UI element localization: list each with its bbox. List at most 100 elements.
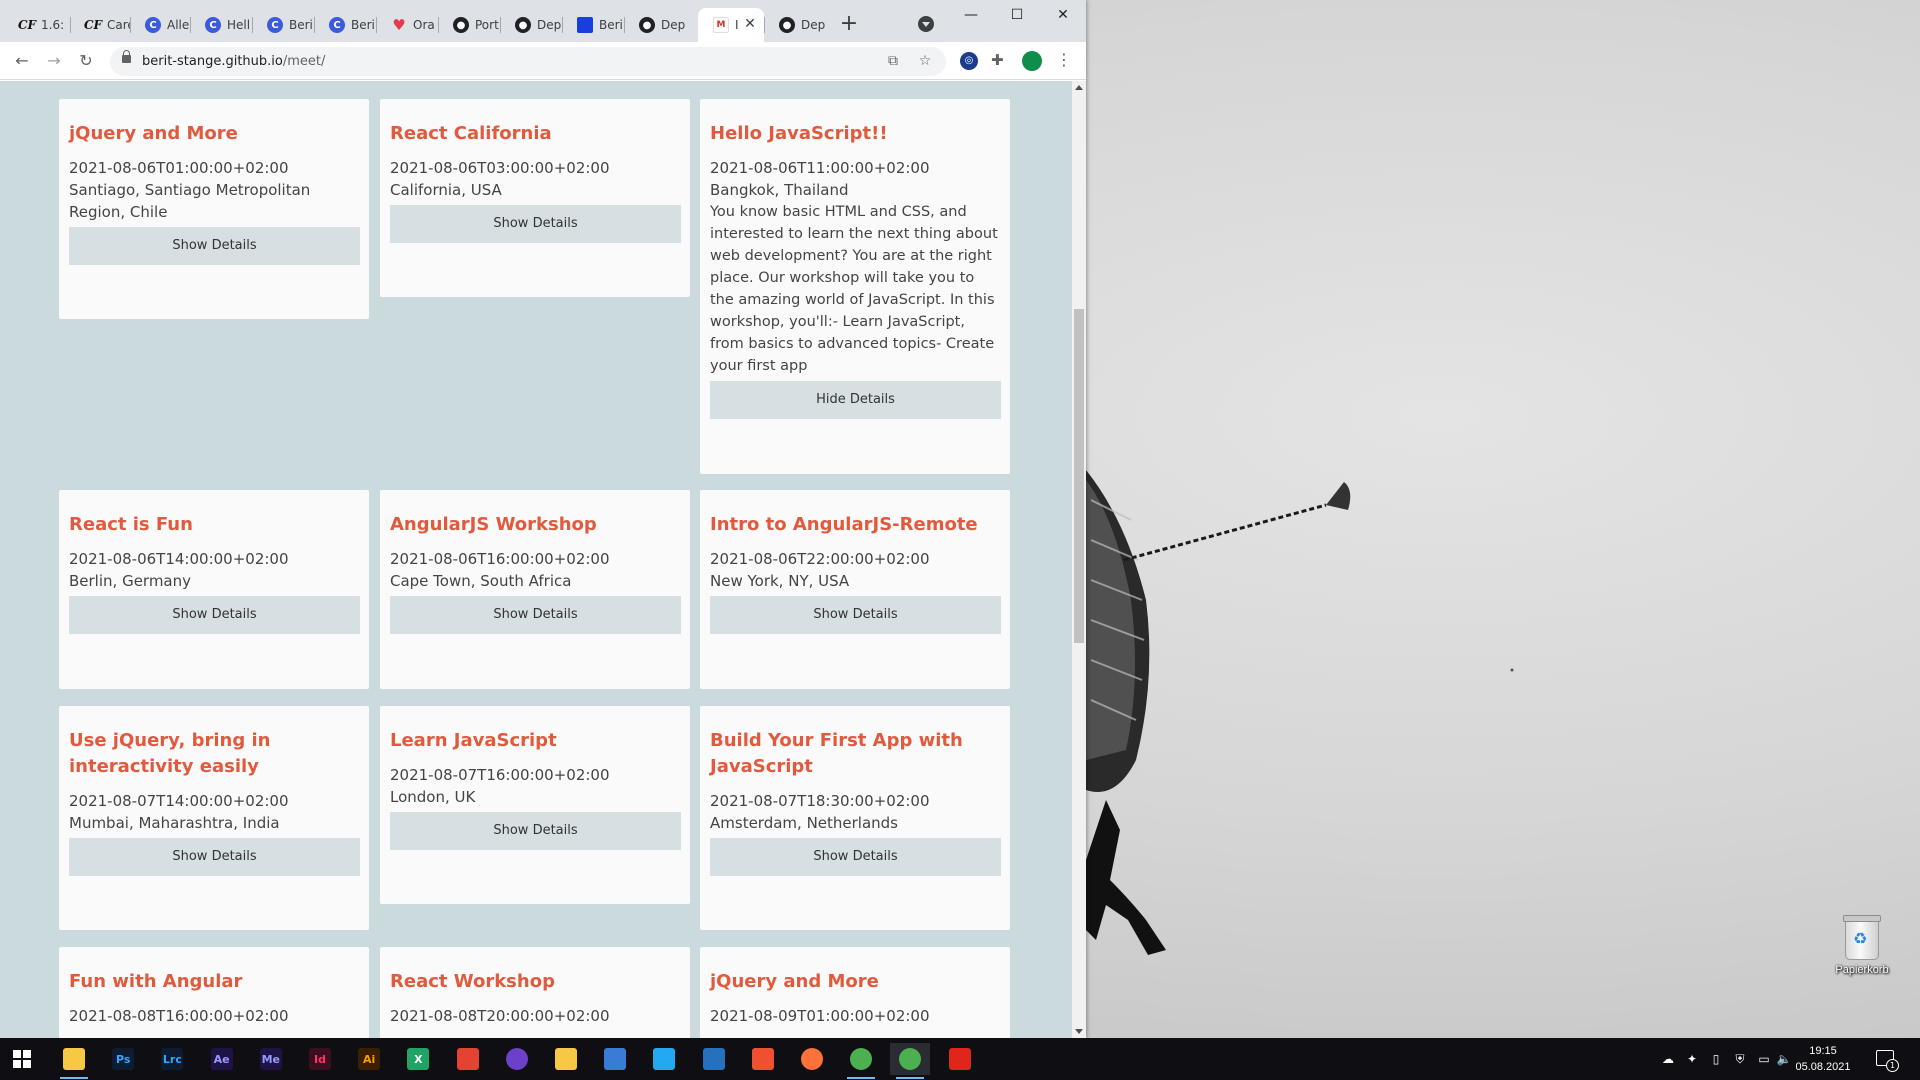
square-icon <box>577 17 593 33</box>
tab-10[interactable]: Beri <box>562 9 624 41</box>
profile-avatar[interactable] <box>1022 51 1042 71</box>
indesign-icon: Id <box>309 1048 331 1070</box>
bookmark-star-icon[interactable]: ☆ <box>916 52 934 70</box>
tab-title: Dep <box>661 18 686 32</box>
taskbar-app[interactable]: Ae <box>202 1043 242 1075</box>
tab-4[interactable]: C Hell <box>190 9 252 41</box>
address-bar[interactable]: berit-stange.github.io/meet/ ⧉ ☆ <box>110 47 946 76</box>
firefox-icon <box>801 1048 823 1070</box>
cf-icon: CF <box>17 18 37 32</box>
tab-5[interactable]: C Beri <box>252 9 314 41</box>
tab-2[interactable]: CF Care <box>70 9 130 41</box>
lightroom-classic-icon: Lrc <box>161 1048 184 1070</box>
forward-icon[interactable]: → <box>42 49 66 73</box>
close-window-button[interactable]: ✕ <box>1040 2 1086 28</box>
open-external-icon[interactable]: ⧉ <box>884 52 902 70</box>
new-tab-button[interactable]: + <box>836 12 862 38</box>
taskbar-app[interactable]: Ps <box>103 1043 143 1075</box>
menu-dots-icon[interactable]: ⋮ <box>1056 50 1072 69</box>
close-tab-icon[interactable]: ✕ <box>742 16 758 32</box>
taskbar-app[interactable] <box>940 1043 980 1075</box>
taskbar-app[interactable] <box>792 1043 832 1075</box>
tab-13[interactable]: ● Dep <box>764 9 826 41</box>
browser-window: CF 1.6: CF Care C Alle C Hell C Beri C Beri ♥ O… <box>0 0 1086 1038</box>
tab-9[interactable]: ● Dep <box>500 9 562 41</box>
scrollbar-thumb[interactable] <box>1074 309 1084 643</box>
taskbar-app[interactable]: Ai <box>349 1043 389 1075</box>
tab-title: Ora <box>413 18 435 32</box>
taskbar-app[interactable] <box>595 1043 635 1075</box>
taskbar-app[interactable]: Lrc <box>152 1043 192 1075</box>
event-date: 2021-08-06T14:00:00+02:00 <box>69 550 289 568</box>
event-title: Learn JavaScript <box>390 730 557 751</box>
tab-title: Port <box>475 18 499 32</box>
extension-icon[interactable]: ◎ <box>960 52 978 70</box>
url-path: /meet/ <box>282 54 326 69</box>
clock[interactable]: 19:15 05.08.2021 <box>1788 1043 1858 1075</box>
show-details-button[interactable]: Show Details <box>390 812 681 850</box>
excel-icon: X <box>407 1048 430 1070</box>
hide-details-button[interactable]: Hide Details <box>710 381 1001 419</box>
scroll-down-icon[interactable] <box>1075 1029 1083 1034</box>
taskbar-app[interactable] <box>694 1043 734 1075</box>
show-details-button[interactable]: Show Details <box>69 227 360 265</box>
tab-6[interactable]: C Beri <box>314 9 376 41</box>
reload-icon[interactable]: ↻ <box>74 49 98 73</box>
extensions-puzzle-icon[interactable]: ✚ <box>991 51 1004 69</box>
taskbar-app[interactable] <box>743 1043 783 1075</box>
photoshop-icon: Ps <box>112 1048 135 1070</box>
page-scrollbar[interactable] <box>1072 81 1086 1038</box>
after-effects-icon: Ae <box>210 1048 233 1070</box>
event-card: Build Your First App with JavaScript 202… <box>700 706 1010 930</box>
tab-12-active[interactable]: M I ✕ <box>698 8 764 42</box>
taskbar-app[interactable] <box>448 1043 488 1075</box>
show-details-button[interactable]: Show Details <box>710 596 1001 634</box>
taskbar-app[interactable] <box>644 1043 684 1075</box>
show-details-button[interactable]: Show Details <box>390 596 681 634</box>
minimize-button[interactable]: — <box>948 2 994 28</box>
show-details-button[interactable]: Show Details <box>69 596 360 634</box>
taskbar-app[interactable] <box>890 1043 931 1079</box>
parachutist-wallpaper <box>1086 470 1514 955</box>
maximize-button[interactable]: ☐ <box>994 2 1040 28</box>
taskbar-app[interactable]: X <box>398 1043 438 1075</box>
onedrive-icon[interactable]: ☁ <box>1660 1051 1676 1067</box>
tab-7[interactable]: ♥ Ora <box>376 9 438 41</box>
taskbar-app[interactable] <box>546 1043 586 1075</box>
tab-1[interactable]: CF 1.6: <box>4 9 70 41</box>
back-icon[interactable]: ← <box>10 49 34 73</box>
c-icon: C <box>267 17 283 33</box>
show-details-button[interactable]: Show Details <box>390 205 681 243</box>
event-card: React is Fun 2021-08-06T14:00:00+02:00 B… <box>59 490 369 689</box>
taskbar-app[interactable]: Id <box>300 1043 340 1075</box>
event-location: Cape Town, South Africa <box>390 572 572 590</box>
show-details-button[interactable]: Show Details <box>710 838 1001 876</box>
network-icon[interactable]: ▭ <box>1756 1051 1772 1067</box>
usb-icon[interactable]: ▯ <box>1708 1051 1724 1067</box>
show-details-button[interactable]: Show Details <box>69 838 360 876</box>
tab-8[interactable]: ● Port <box>438 9 500 41</box>
clock-date: 05.08.2021 <box>1795 1061 1851 1073</box>
taskbar-app[interactable] <box>54 1043 94 1079</box>
tab-search-icon[interactable] <box>918 16 934 32</box>
github-icon: ● <box>453 17 469 33</box>
lock-icon <box>122 50 131 63</box>
recycle-bin[interactable]: ♻ Papierkorb <box>1822 915 1902 976</box>
tab-3[interactable]: C Alle <box>130 9 190 41</box>
powershell-icon <box>702 1048 725 1070</box>
event-title: Intro to AngularJS-Remote <box>710 514 978 535</box>
tab-title: Beri <box>351 18 375 32</box>
acrobat-icon <box>948 1048 971 1070</box>
defender-icon[interactable]: ⛨ <box>1732 1051 1748 1067</box>
taskbar-app[interactable] <box>841 1043 881 1079</box>
taskbar-app[interactable]: Me <box>251 1043 291 1075</box>
event-title: Hello JavaScript!! <box>710 123 888 144</box>
chrome-icon <box>850 1048 873 1070</box>
event-title: React California <box>390 123 552 144</box>
dropbox-icon[interactable]: ✦ <box>1684 1051 1700 1067</box>
scroll-up-icon[interactable] <box>1075 85 1083 90</box>
notification-center-icon[interactable]: 1 <box>1876 1050 1899 1072</box>
start-button[interactable] <box>2 1043 42 1075</box>
tab-11[interactable]: ● Dep <box>624 9 686 41</box>
taskbar-app[interactable] <box>497 1043 537 1075</box>
